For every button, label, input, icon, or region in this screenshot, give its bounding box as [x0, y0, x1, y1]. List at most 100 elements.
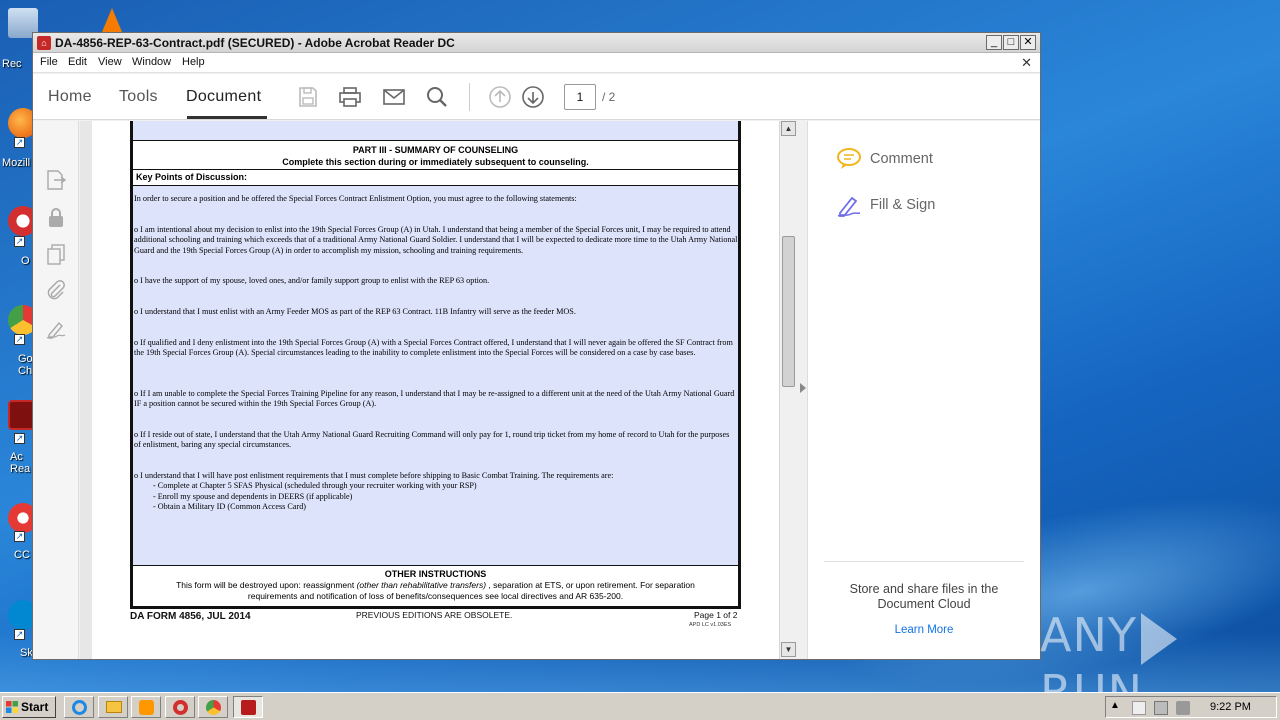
other-instructions-text: This form will be destroyed upon: reassi… — [133, 580, 738, 602]
discussion-body: In order to secure a position and be off… — [133, 186, 738, 565]
other-text-part3: requirements and notification of loss of… — [247, 591, 624, 601]
acrobat-label: Ac Rea — [10, 451, 31, 475]
statement-support: o I have the support of my spouse, loved… — [134, 276, 490, 285]
windows-logo-icon — [6, 701, 18, 713]
counseling-form: PART III - SUMMARY OF COUNSELING Complet… — [130, 121, 741, 609]
ie-taskbar-icon[interactable] — [64, 696, 94, 718]
statement-out-of-state: o If I reside out of state, I understand… — [134, 430, 730, 450]
main-toolbar: Home Tools Document 1 / 2 — [33, 74, 1040, 120]
key-points-label: Key Points of Discussion: — [136, 172, 248, 182]
shortcut-arrow-icon: ↗ — [14, 236, 25, 247]
recycle-bin-label: Rec — [2, 58, 22, 70]
menu-bar: File Edit View Window Help ✕ — [33, 53, 1040, 73]
sign-icon[interactable] — [45, 317, 67, 339]
vertical-scrollbar[interactable]: ▲ ▼ — [779, 121, 796, 659]
left-tool-rail — [33, 121, 79, 659]
page-up-icon[interactable] — [488, 85, 512, 109]
menu-edit[interactable]: Edit — [68, 56, 87, 68]
requirement-item: - Obtain a Military ID (Common Access Ca… — [153, 502, 307, 511]
toolbar-separator — [469, 83, 470, 111]
page-down-icon[interactable] — [521, 85, 545, 109]
chrome-taskbar-icon[interactable] — [198, 696, 228, 718]
opera-taskbar-icon[interactable] — [165, 696, 195, 718]
requirement-item: - Complete at Chapter 5 SFAS Physical (s… — [153, 481, 477, 490]
intro-paragraph: In order to secure a position and be off… — [134, 194, 577, 203]
shortcut-arrow-icon: ↗ — [14, 137, 25, 148]
shortcut-arrow-icon: ↗ — [14, 334, 25, 345]
opera-label: O — [21, 255, 30, 267]
right-tools-pane: Comment Fill & Sign Store and share file… — [807, 121, 1040, 659]
title-bar[interactable]: ⌂ DA-4856-REP-63-Contract.pdf (SECURED) … — [33, 33, 1040, 53]
shortcut-arrow-icon: ↗ — [14, 531, 25, 542]
close-document-icon[interactable]: ✕ — [1021, 55, 1032, 71]
tab-home[interactable]: Home — [48, 88, 92, 106]
firefox-label: Mozill — [2, 157, 31, 169]
ccleaner-label: CC — [14, 549, 30, 561]
volume-icon[interactable] — [1176, 701, 1190, 715]
print-icon[interactable] — [338, 85, 362, 109]
shortcut-arrow-icon: ↗ — [14, 629, 25, 640]
statement-pipeline: o If I am unable to complete the Special… — [134, 389, 735, 409]
vlc-icon[interactable] — [102, 8, 122, 32]
menu-help[interactable]: Help — [182, 56, 205, 68]
page-number-input[interactable]: 1 — [564, 84, 596, 110]
comment-icon — [837, 148, 861, 169]
document-cloud-promo: Store and share files in the Document Cl… — [849, 582, 999, 611]
tray-expand-icon[interactable]: ▲ — [1110, 700, 1120, 711]
tab-tools[interactable]: Tools — [119, 88, 158, 106]
shortcut-arrow-icon: ↗ — [14, 433, 25, 444]
requirement-item: - Enroll my spouse and dependents in DEE… — [153, 492, 353, 501]
tab-document[interactable]: Document — [186, 88, 261, 106]
collapse-right-pane-icon[interactable] — [800, 383, 806, 393]
page-of-label: Page 1 of 2 — [694, 610, 738, 620]
statement-deny-enlistment: o If qualified and I deny enlistment int… — [134, 338, 733, 358]
search-icon[interactable] — [425, 85, 449, 109]
statement-feeder-mos: o I understand that I must enlist with a… — [134, 307, 576, 316]
comment-label: Comment — [870, 151, 933, 167]
acrobat-taskbar-icon[interactable] — [233, 696, 263, 718]
explorer-taskbar-icon[interactable] — [98, 696, 128, 718]
taskbar: Start ▲ 9:22 PM — [0, 692, 1280, 720]
menu-view[interactable]: View — [98, 56, 122, 68]
media-player-taskbar-icon[interactable] — [131, 696, 161, 718]
chrome-label: Go Ch — [18, 353, 33, 377]
fill-sign-icon — [837, 196, 861, 217]
skype-label: Sk — [20, 647, 33, 659]
scroll-up-button[interactable]: ▲ — [781, 121, 796, 136]
form-version: APD LC v1.03ES — [689, 622, 732, 628]
scroll-down-button[interactable]: ▼ — [781, 642, 796, 657]
minimize-button[interactable]: _ — [986, 35, 1002, 50]
system-tray: ▲ 9:22 PM — [1105, 696, 1277, 718]
other-text-italic: (other than rehabilitative transfers) — [356, 580, 487, 590]
export-pdf-icon[interactable] — [45, 169, 67, 191]
obsolete-notice: PREVIOUS EDITIONS ARE OBSOLETE. — [356, 610, 513, 620]
other-instructions-divider — [133, 565, 738, 566]
network-icon[interactable] — [1154, 701, 1168, 715]
copy-pages-icon[interactable] — [45, 243, 67, 265]
learn-more-link[interactable]: Learn More — [824, 624, 1024, 636]
watermark-text-left: ANY — [1040, 608, 1137, 662]
part3-subtitle: Complete this section during or immediat… — [282, 157, 589, 167]
scroll-thumb[interactable] — [782, 236, 795, 387]
anyrun-watermark: ANYRUN — [1040, 608, 1280, 692]
start-label: Start — [21, 700, 49, 714]
fill-sign-label: Fill & Sign — [870, 197, 936, 213]
lock-icon[interactable] — [45, 207, 67, 229]
start-button[interactable]: Start — [2, 696, 56, 718]
action-center-icon[interactable] — [1132, 701, 1146, 715]
document-viewport[interactable]: PART III - SUMMARY OF COUNSELING Complet… — [80, 121, 779, 659]
email-icon[interactable] — [382, 85, 406, 109]
maximize-button[interactable]: □ — [1003, 35, 1019, 50]
clock[interactable]: 9:22 PM — [1210, 701, 1251, 713]
watermark-text-right: RUN — [1040, 664, 1144, 693]
active-tab-indicator — [187, 116, 267, 119]
pane-divider — [824, 561, 1024, 562]
save-icon[interactable] — [296, 85, 320, 109]
close-button[interactable]: ✕ — [1020, 35, 1036, 50]
play-icon — [1140, 612, 1177, 665]
other-text-part2: , separation at ETS, or upon retirement.… — [486, 580, 695, 590]
acrobat-window: ⌂ DA-4856-REP-63-Contract.pdf (SECURED) … — [32, 32, 1041, 660]
attachment-icon[interactable] — [45, 279, 67, 301]
menu-window[interactable]: Window — [132, 56, 171, 68]
menu-file[interactable]: File — [40, 56, 58, 68]
